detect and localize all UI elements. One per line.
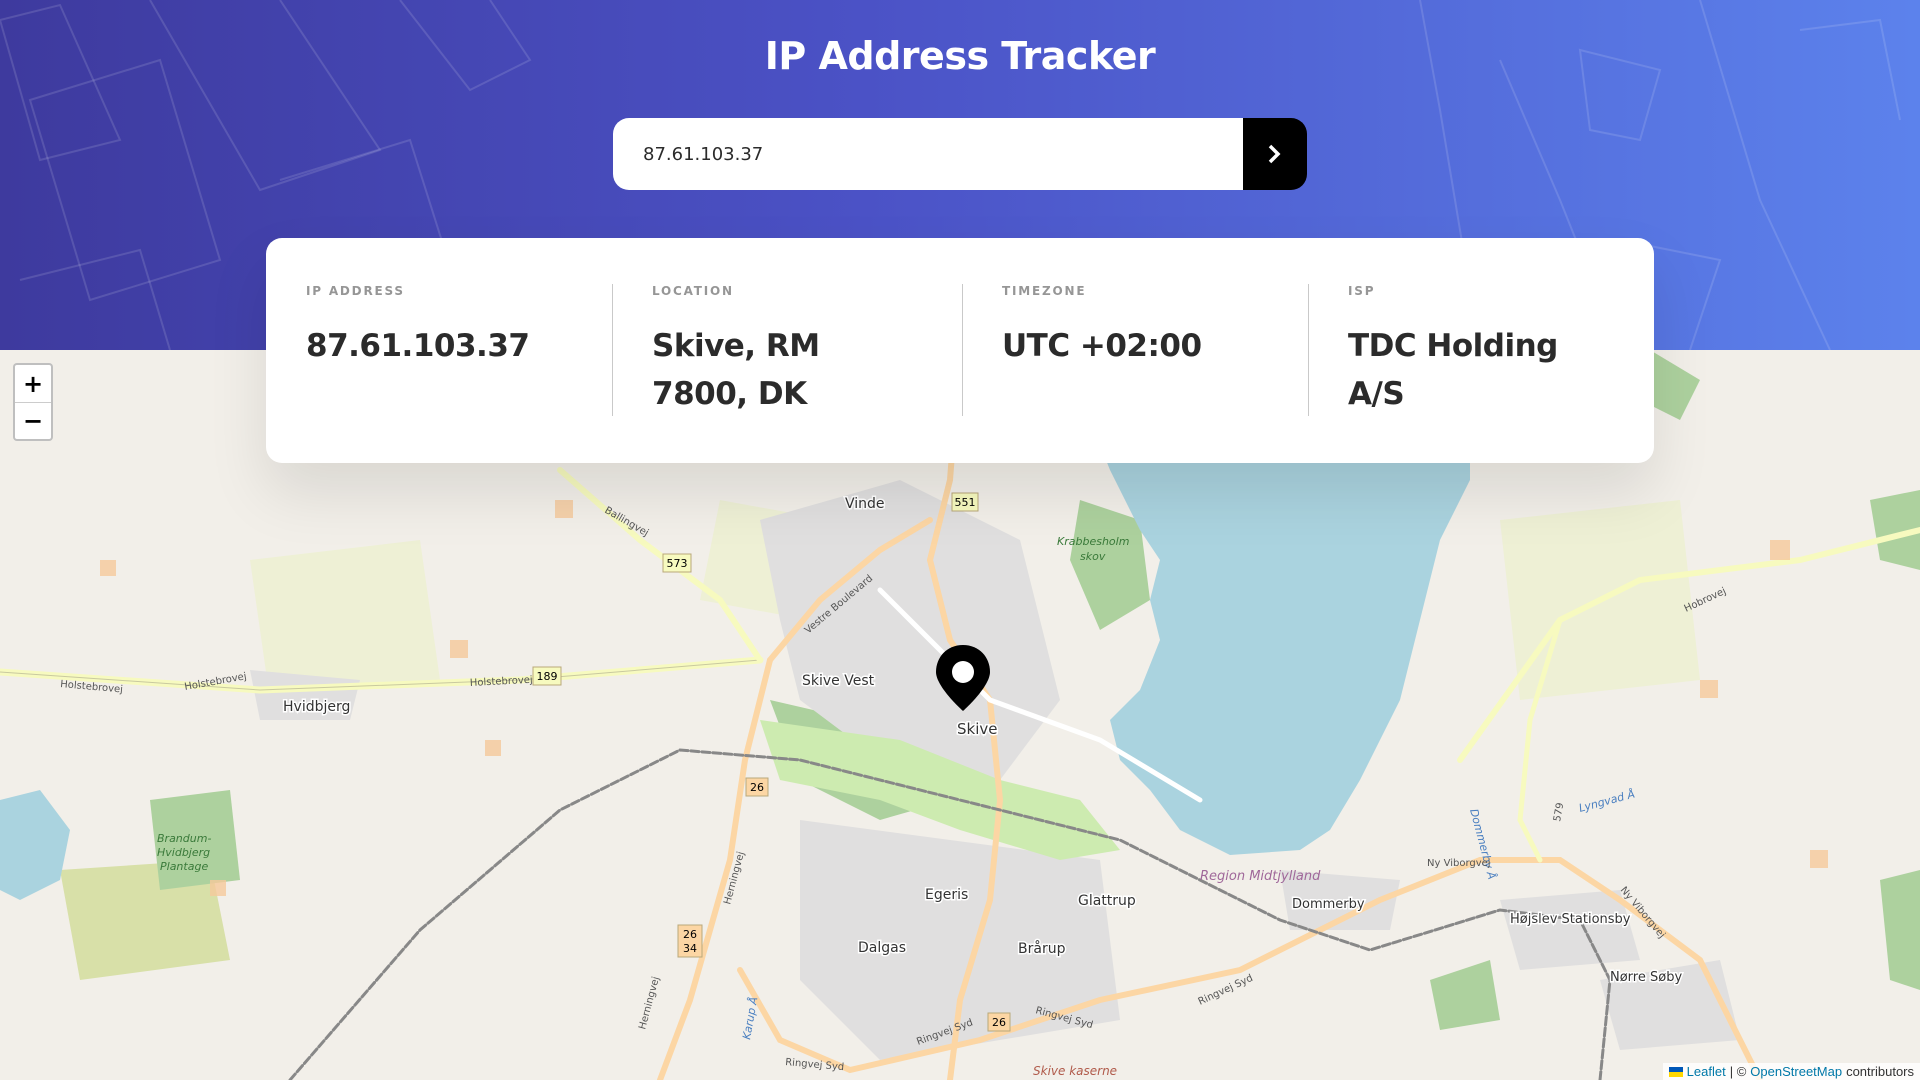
road-shield-26: 26 (750, 781, 764, 794)
boundary-region: Region Midtjylland (1200, 869, 1321, 884)
road-shield-34: 34 (683, 942, 697, 955)
road-shield-189: 189 (537, 670, 558, 683)
timezone-label: TIMEZONE (1002, 284, 1087, 298)
isp-value: TDC Holding A/S (1348, 328, 1558, 412)
forest-skov: skov (1080, 550, 1106, 563)
attribution-separator: | © (1729, 1064, 1747, 1079)
search-button[interactable] (1243, 118, 1307, 190)
forest-brandum-3: Plantage (160, 860, 208, 873)
place-dalgas: Dalgas (858, 940, 906, 956)
location-section: LOCATION Skive, RM 7800, DK (612, 284, 962, 417)
place-norre-soby: Nørre Søby (1610, 970, 1682, 985)
forest-brandum-1: Brandum- (157, 832, 211, 845)
location-label: LOCATION (652, 284, 734, 298)
forest-krabbesholm: Krabbesholm (1057, 535, 1129, 548)
page-title: IP Address Tracker (764, 34, 1156, 78)
location-pin-icon[interactable] (934, 643, 992, 713)
ip-address-label: IP ADDRESS (306, 284, 405, 298)
openstreetmap-link[interactable]: OpenStreetMap (1750, 1064, 1842, 1079)
place-brarup: Brårup (1018, 940, 1066, 957)
place-skive-vest: Skive Vest (802, 673, 875, 689)
timezone-value: UTC +02:00 (1002, 328, 1202, 364)
leaflet-link[interactable]: Leaflet (1687, 1064, 1726, 1079)
place-glattrup: Glattrup (1078, 893, 1136, 909)
place-dommerby: Dommerby (1292, 897, 1365, 912)
isp-section: ISP TDC Holding A/S (1308, 284, 1654, 417)
road-shield-551: 551 (955, 496, 976, 509)
place-hojslev: Højslev Stationsby (1510, 912, 1631, 927)
ip-address-section: IP ADDRESS 87.61.103.37 (266, 284, 612, 417)
zoom-control: + − (13, 363, 53, 441)
place-skive: Skive (957, 720, 997, 738)
place-hvidbjerg: Hvidbjerg (283, 699, 350, 715)
place-egeris: Egeris (925, 887, 968, 903)
road-shield-573: 573 (667, 557, 688, 570)
place-vinde: Vinde (845, 496, 885, 512)
search-bar (613, 118, 1307, 190)
road-ny-viborgvej-1: Ny Viborgvej (1427, 858, 1491, 869)
timezone-section: TIMEZONE UTC +02:00 (962, 284, 1308, 417)
isp-label: ISP (1348, 284, 1376, 298)
road-shield-26-c: 26 (992, 1016, 1006, 1029)
ip-info-card: IP ADDRESS 87.61.103.37 LOCATION Skive, … (266, 238, 1654, 463)
chevron-right-icon (1268, 144, 1281, 164)
road-shield-26-b: 26 (683, 928, 697, 941)
zoom-in-button[interactable]: + (15, 365, 51, 402)
ip-search-input[interactable] (613, 118, 1243, 190)
zoom-out-button[interactable]: − (15, 402, 51, 439)
place-skive-kaserne: Skive kaserne (1033, 1064, 1117, 1078)
map-attribution: Leaflet | © OpenStreetMap contributors (1662, 1063, 1920, 1080)
ip-address-value: 87.61.103.37 (306, 328, 530, 364)
forest-brandum-2: Hvidbjerg (157, 846, 210, 859)
attribution-contributors: contributors (1846, 1064, 1914, 1079)
location-value: Skive, RM 7800, DK (652, 328, 820, 412)
ukraine-flag-icon (1668, 1066, 1683, 1077)
